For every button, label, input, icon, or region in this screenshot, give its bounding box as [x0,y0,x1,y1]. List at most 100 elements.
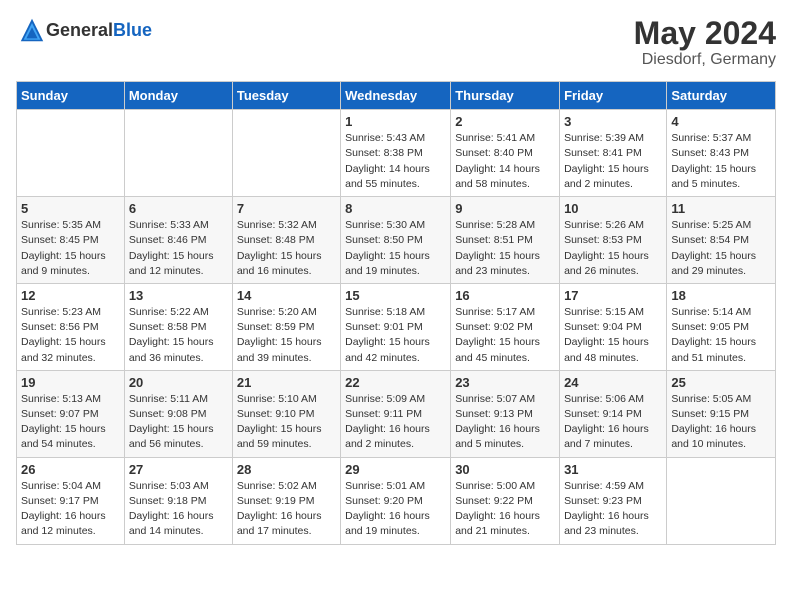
calendar-cell: 5 Sunrise: 5:35 AM Sunset: 8:45 PM Daylig… [17,197,125,284]
day-info: Sunrise: 5:28 AM Sunset: 8:51 PM Dayligh… [455,218,555,279]
calendar-cell: 10Sunrise: 5:26 AM Sunset: 8:53 PM Dayli… [560,197,667,284]
day-number: 24 [564,375,662,390]
calendar-cell: 9 Sunrise: 5:28 AM Sunset: 8:51 PM Daylig… [451,197,560,284]
calendar-cell: 8Sunrise: 5:30 AM Sunset: 8:50 PM Daylig… [341,197,451,284]
day-number: 3 [564,114,662,129]
day-number: 16 [455,288,555,303]
day-info: Sunrise: 5:25 AM Sunset: 8:54 PM Dayligh… [671,218,771,279]
page-header: GeneralBlue May 2024 Diesdorf, Germany [16,16,776,69]
calendar-body: 1 Sunrise: 5:43 AM Sunset: 8:38 PM Daylig… [17,110,776,544]
day-info: Sunrise: 5:01 AM Sunset: 9:20 PM Dayligh… [345,479,446,540]
calendar-cell: 12 Sunrise: 5:23 AM Sunset: 8:56 PM Dayli… [17,283,125,370]
calendar-subtitle: Diesdorf, Germany [634,51,776,69]
day-number: 27 [129,462,228,477]
day-info: Sunrise: 5:35 AM Sunset: 8:45 PM Dayligh… [21,218,120,279]
day-number: 23 [455,375,555,390]
day-number: 1 [345,114,446,129]
calendar-cell: 18Sunrise: 5:14 AM Sunset: 9:05 PM Dayli… [667,283,776,370]
day-info: Sunrise: 5:07 AM Sunset: 9:13 PM Dayligh… [455,392,555,453]
weekday-header: Friday [560,82,667,110]
weekday-header: Monday [124,82,232,110]
calendar-cell: 28 Sunrise: 5:02 AM Sunset: 9:19 PM Dayli… [232,457,340,544]
day-number: 7 [237,201,336,216]
day-number: 4 [671,114,771,129]
day-number: 5 [21,201,120,216]
calendar-week-row: 12 Sunrise: 5:23 AM Sunset: 8:56 PM Dayli… [17,283,776,370]
calendar-cell [124,110,232,197]
calendar-week-row: 26 Sunrise: 5:04 AM Sunset: 9:17 PM Dayli… [17,457,776,544]
day-info: Sunrise: 5:14 AM Sunset: 9:05 PM Dayligh… [671,305,771,366]
calendar-cell: 7 Sunrise: 5:32 AM Sunset: 8:48 PM Daylig… [232,197,340,284]
calendar-cell: 29Sunrise: 5:01 AM Sunset: 9:20 PM Dayli… [341,457,451,544]
day-info: Sunrise: 5:39 AM Sunset: 8:41 PM Dayligh… [564,131,662,192]
logo: GeneralBlue [16,16,152,44]
calendar-week-row: 1 Sunrise: 5:43 AM Sunset: 8:38 PM Daylig… [17,110,776,197]
logo-icon [18,16,46,44]
day-number: 2 [455,114,555,129]
day-info: Sunrise: 5:32 AM Sunset: 8:48 PM Dayligh… [237,218,336,279]
calendar-header: SundayMondayTuesdayWednesdayThursdayFrid… [17,82,776,110]
logo-general-text: General [46,20,113,40]
weekday-row: SundayMondayTuesdayWednesdayThursdayFrid… [17,82,776,110]
day-number: 9 [455,201,555,216]
day-number: 12 [21,288,120,303]
day-number: 14 [237,288,336,303]
day-info: Sunrise: 5:20 AM Sunset: 8:59 PM Dayligh… [237,305,336,366]
weekday-header: Saturday [667,82,776,110]
day-info: Sunrise: 5:00 AM Sunset: 9:22 PM Dayligh… [455,479,555,540]
calendar-cell: 4Sunrise: 5:37 AM Sunset: 8:43 PM Daylig… [667,110,776,197]
calendar-cell: 17 Sunrise: 5:15 AM Sunset: 9:04 PM Dayli… [560,283,667,370]
day-number: 25 [671,375,771,390]
day-number: 20 [129,375,228,390]
day-number: 28 [237,462,336,477]
calendar-table: SundayMondayTuesdayWednesdayThursdayFrid… [16,81,776,544]
day-info: Sunrise: 5:43 AM Sunset: 8:38 PM Dayligh… [345,131,446,192]
day-info: Sunrise: 4:59 AM Sunset: 9:23 PM Dayligh… [564,479,662,540]
day-info: Sunrise: 5:11 AM Sunset: 9:08 PM Dayligh… [129,392,228,453]
day-info: Sunrise: 5:02 AM Sunset: 9:19 PM Dayligh… [237,479,336,540]
calendar-cell: 3 Sunrise: 5:39 AM Sunset: 8:41 PM Daylig… [560,110,667,197]
day-number: 26 [21,462,120,477]
day-number: 19 [21,375,120,390]
day-info: Sunrise: 5:33 AM Sunset: 8:46 PM Dayligh… [129,218,228,279]
calendar-cell: 20 Sunrise: 5:11 AM Sunset: 9:08 PM Dayli… [124,370,232,457]
calendar-cell: 25 Sunrise: 5:05 AM Sunset: 9:15 PM Dayli… [667,370,776,457]
calendar-cell: 26 Sunrise: 5:04 AM Sunset: 9:17 PM Dayli… [17,457,125,544]
calendar-cell: 13 Sunrise: 5:22 AM Sunset: 8:58 PM Dayli… [124,283,232,370]
day-info: Sunrise: 5:15 AM Sunset: 9:04 PM Dayligh… [564,305,662,366]
calendar-title-block: May 2024 Diesdorf, Germany [634,16,776,69]
day-info: Sunrise: 5:04 AM Sunset: 9:17 PM Dayligh… [21,479,120,540]
day-info: Sunrise: 5:06 AM Sunset: 9:14 PM Dayligh… [564,392,662,453]
day-number: 15 [345,288,446,303]
calendar-cell: 11Sunrise: 5:25 AM Sunset: 8:54 PM Dayli… [667,197,776,284]
day-info: Sunrise: 5:22 AM Sunset: 8:58 PM Dayligh… [129,305,228,366]
day-number: 6 [129,201,228,216]
calendar-cell: 16 Sunrise: 5:17 AM Sunset: 9:02 PM Dayli… [451,283,560,370]
calendar-week-row: 19 Sunrise: 5:13 AM Sunset: 9:07 PM Dayli… [17,370,776,457]
day-info: Sunrise: 5:26 AM Sunset: 8:53 PM Dayligh… [564,218,662,279]
day-info: Sunrise: 5:05 AM Sunset: 9:15 PM Dayligh… [671,392,771,453]
day-info: Sunrise: 5:09 AM Sunset: 9:11 PM Dayligh… [345,392,446,453]
weekday-header: Thursday [451,82,560,110]
day-number: 13 [129,288,228,303]
weekday-header: Wednesday [341,82,451,110]
calendar-cell [232,110,340,197]
calendar-cell: 24 Sunrise: 5:06 AM Sunset: 9:14 PM Dayli… [560,370,667,457]
day-info: Sunrise: 5:03 AM Sunset: 9:18 PM Dayligh… [129,479,228,540]
calendar-cell: 19 Sunrise: 5:13 AM Sunset: 9:07 PM Dayli… [17,370,125,457]
calendar-cell: 30Sunrise: 5:00 AM Sunset: 9:22 PM Dayli… [451,457,560,544]
day-number: 17 [564,288,662,303]
weekday-header: Tuesday [232,82,340,110]
calendar-cell: 6 Sunrise: 5:33 AM Sunset: 8:46 PM Daylig… [124,197,232,284]
day-info: Sunrise: 5:23 AM Sunset: 8:56 PM Dayligh… [21,305,120,366]
day-number: 31 [564,462,662,477]
day-info: Sunrise: 5:13 AM Sunset: 9:07 PM Dayligh… [21,392,120,453]
calendar-cell: 2Sunrise: 5:41 AM Sunset: 8:40 PM Daylig… [451,110,560,197]
day-info: Sunrise: 5:17 AM Sunset: 9:02 PM Dayligh… [455,305,555,366]
calendar-week-row: 5 Sunrise: 5:35 AM Sunset: 8:45 PM Daylig… [17,197,776,284]
calendar-cell [667,457,776,544]
logo-blue-text: Blue [113,20,152,40]
day-info: Sunrise: 5:30 AM Sunset: 8:50 PM Dayligh… [345,218,446,279]
calendar-cell: 31 Sunrise: 4:59 AM Sunset: 9:23 PM Dayli… [560,457,667,544]
calendar-cell: 14 Sunrise: 5:20 AM Sunset: 8:59 PM Dayli… [232,283,340,370]
